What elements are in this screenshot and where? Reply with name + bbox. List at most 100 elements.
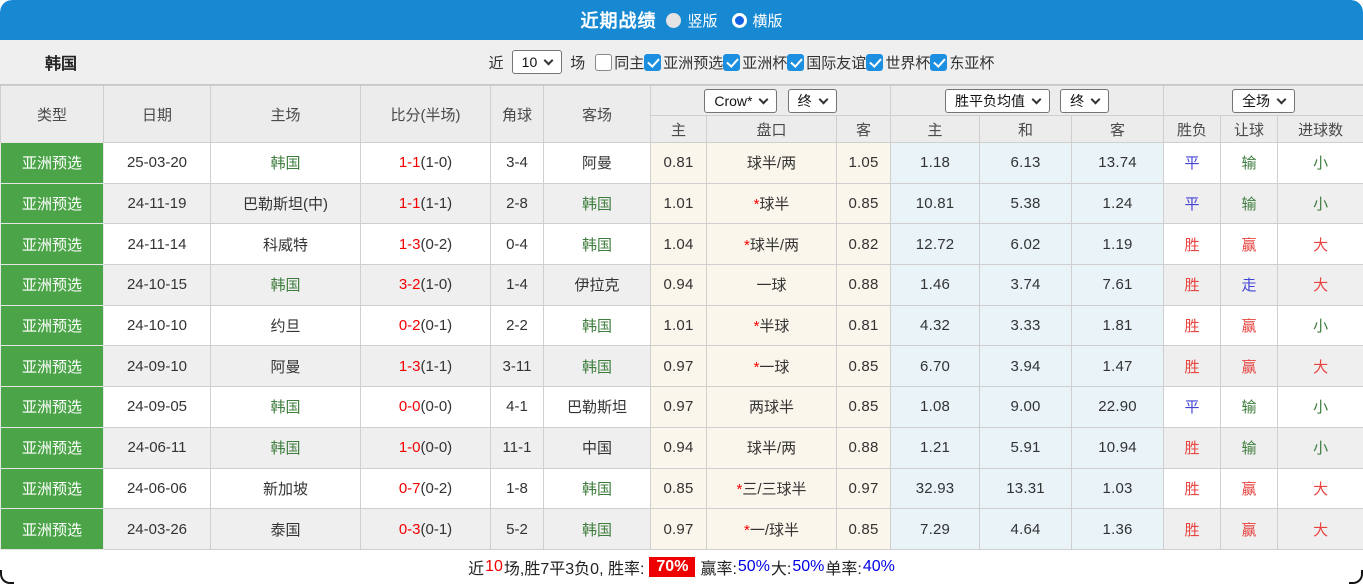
- cell-date: 25-03-20: [104, 143, 211, 184]
- checkbox-icon[interactable]: [644, 54, 661, 71]
- table-row[interactable]: 亚洲预选 24-11-19 巴勒斯坦(中) 1-1(1-1) 2-8 韩国 1.…: [1, 183, 1363, 224]
- competition-filter[interactable]: 世界杯: [866, 52, 930, 73]
- avg-type-value: 胜平负均值: [955, 92, 1025, 110]
- competition-filter[interactable]: 亚洲预选: [644, 52, 723, 73]
- sub-header-avg-home: 主: [891, 116, 980, 143]
- cell-handicap: *三/三球半: [707, 468, 837, 509]
- match-count-value: 10: [522, 53, 538, 71]
- layout-mode-option[interactable]: 竖版: [666, 10, 717, 31]
- cell-odds-away: 0.85: [837, 387, 891, 428]
- cell-home-team[interactable]: 巴勒斯坦(中): [211, 183, 361, 224]
- cell-odds-away: 0.88: [837, 427, 891, 468]
- competition-filter[interactable]: 东亚杯: [930, 52, 994, 73]
- cell-away-team[interactable]: 韩国: [544, 224, 651, 265]
- cell-odds-away: 1.05: [837, 143, 891, 184]
- checkbox-icon[interactable]: [930, 54, 947, 71]
- cell-home-team[interactable]: 约旦: [211, 305, 361, 346]
- cell-date: 24-06-06: [104, 468, 211, 509]
- cell-odds-away: 0.88: [837, 265, 891, 306]
- cell-away-team[interactable]: 阿曼: [544, 143, 651, 184]
- table-row[interactable]: 亚洲预选 24-11-14 科威特 1-3(0-2) 0-4 韩国 1.04 *…: [1, 224, 1363, 265]
- cell-home-team[interactable]: 科威特: [211, 224, 361, 265]
- radio-icon[interactable]: [666, 13, 681, 28]
- cell-odds-home: 0.94: [651, 265, 707, 306]
- summary-text: 50%: [738, 558, 770, 576]
- scope-select[interactable]: 全场: [1232, 89, 1295, 113]
- sub-header-avg-draw: 和: [980, 116, 1072, 143]
- results-table: 类型 日期 主场 比分(半场) 角球 客场 Crow* 终: [0, 85, 1363, 550]
- asterisk-icon: *: [736, 481, 742, 498]
- fulltime-score: 0-7: [399, 480, 421, 497]
- fulltime-score: 1-3: [399, 358, 421, 375]
- table-row[interactable]: 亚洲预选 24-09-05 韩国 0-0(0-0) 4-1 巴勒斯坦 0.97 …: [1, 387, 1363, 428]
- avg-time-select[interactable]: 终: [1060, 89, 1109, 113]
- cell-avg-draw: 5.91: [980, 427, 1072, 468]
- checkbox-icon[interactable]: [723, 54, 740, 71]
- cell-home-team[interactable]: 泰国: [211, 509, 361, 550]
- competition-filter[interactable]: 同主: [595, 52, 644, 73]
- cell-avg-home: 1.21: [891, 427, 980, 468]
- match-count-select[interactable]: 10: [512, 50, 563, 74]
- filter-label: 世界杯: [885, 52, 930, 73]
- cell-odds-away: 0.97: [837, 468, 891, 509]
- cell-avg-draw: 5.38: [980, 183, 1072, 224]
- cell-avg-home: 6.70: [891, 346, 980, 387]
- table-row[interactable]: 亚洲预选 25-03-20 韩国 1-1(1-0) 3-4 阿曼 0.81 球半…: [1, 143, 1363, 184]
- checkbox-icon[interactable]: [866, 54, 883, 71]
- layout-mode-option[interactable]: 横版: [732, 10, 783, 31]
- cell-odds-home: 0.81: [651, 143, 707, 184]
- radio-icon[interactable]: [732, 13, 747, 28]
- cell-away-team[interactable]: 韩国: [544, 468, 651, 509]
- cell-corners: 4-1: [491, 387, 544, 428]
- cell-away-team[interactable]: 韩国: [544, 305, 651, 346]
- cell-wdl-result: 平: [1164, 387, 1221, 428]
- table-row[interactable]: 亚洲预选 24-06-11 韩国 1-0(0-0) 11-1 中国 0.94 球…: [1, 427, 1363, 468]
- odds-time-select[interactable]: 终: [788, 89, 837, 113]
- cell-away-team[interactable]: 韩国: [544, 509, 651, 550]
- sub-header-avg-away: 客: [1072, 116, 1164, 143]
- cell-avg-draw: 3.74: [980, 265, 1072, 306]
- cell-odds-away: 0.81: [837, 305, 891, 346]
- cell-competition-type: 亚洲预选: [1, 183, 104, 224]
- competition-filter[interactable]: 亚洲杯: [723, 52, 787, 73]
- fulltime-score: 1-1: [399, 154, 421, 171]
- table-row[interactable]: 亚洲预选 24-06-06 新加坡 0-7(0-2) 1-8 韩国 0.85 *…: [1, 468, 1363, 509]
- table-row[interactable]: 亚洲预选 24-03-26 泰国 0-3(0-1) 5-2 韩国 0.97 *一…: [1, 509, 1363, 550]
- cell-home-team[interactable]: 韩国: [211, 427, 361, 468]
- cell-home-team[interactable]: 阿曼: [211, 346, 361, 387]
- table-row[interactable]: 亚洲预选 24-10-15 韩国 3-2(1-0) 1-4 伊拉克 0.94 一…: [1, 265, 1363, 306]
- halftime-score: (0-1): [421, 317, 453, 334]
- cell-away-team[interactable]: 伊拉克: [544, 265, 651, 306]
- cell-home-team[interactable]: 韩国: [211, 143, 361, 184]
- asterisk-icon: *: [744, 522, 750, 539]
- summary-text: 场,胜7平3负0, 胜率:: [504, 555, 644, 579]
- table-row[interactable]: 亚洲预选 24-10-10 约旦 0-2(0-1) 2-2 韩国 1.01 *半…: [1, 305, 1363, 346]
- cell-date: 24-10-15: [104, 265, 211, 306]
- cell-odds-home: 1.01: [651, 183, 707, 224]
- checkbox-icon[interactable]: [787, 54, 804, 71]
- cell-home-team[interactable]: 新加坡: [211, 468, 361, 509]
- fulltime-score: 1-1: [399, 195, 421, 212]
- avg-type-select[interactable]: 胜平负均值: [945, 89, 1050, 113]
- cell-away-team[interactable]: 韩国: [544, 346, 651, 387]
- cell-date: 24-06-11: [104, 427, 211, 468]
- cell-avg-away: 1.47: [1072, 346, 1164, 387]
- cell-away-team[interactable]: 韩国: [544, 183, 651, 224]
- table-row[interactable]: 亚洲预选 24-09-10 阿曼 1-3(1-1) 3-11 韩国 0.97 *…: [1, 346, 1363, 387]
- cell-avg-draw: 13.31: [980, 468, 1072, 509]
- cell-score: 1-1(1-1): [361, 183, 491, 224]
- cell-away-team[interactable]: 中国: [544, 427, 651, 468]
- cell-home-team[interactable]: 韩国: [211, 387, 361, 428]
- cell-away-team[interactable]: 巴勒斯坦: [544, 387, 651, 428]
- fulltime-score: 1-3: [399, 236, 421, 253]
- cell-wdl-result: 胜: [1164, 468, 1221, 509]
- cell-goals-result: 大: [1278, 509, 1363, 550]
- bookmaker-select[interactable]: Crow*: [704, 89, 777, 113]
- cell-avg-away: 1.36: [1072, 509, 1164, 550]
- halftime-score: (0-1): [421, 521, 453, 538]
- cell-home-team[interactable]: 韩国: [211, 265, 361, 306]
- cell-handicap: *球半/两: [707, 224, 837, 265]
- panel-title: 近期战绩: [580, 7, 656, 33]
- checkbox-icon[interactable]: [595, 54, 612, 71]
- competition-filter[interactable]: 国际友谊: [787, 52, 866, 73]
